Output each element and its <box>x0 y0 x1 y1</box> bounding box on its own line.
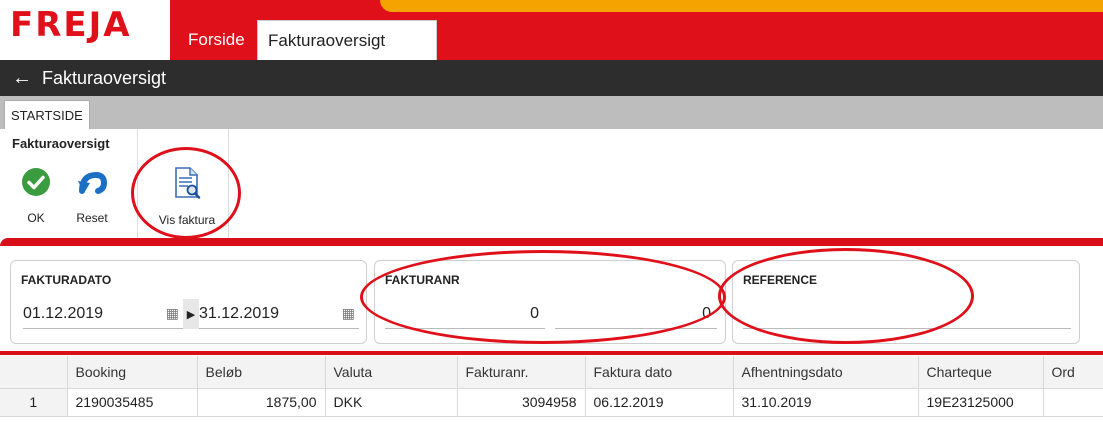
invoice-table: Booking Beløb Valuta Fakturanr. Faktura … <box>0 356 1103 417</box>
triangle-right-icon: ▶ <box>183 299 199 329</box>
ribbon: Fakturaoversigt OK Reset Vis faktura <box>0 129 1103 244</box>
document-search-icon <box>175 167 201 199</box>
freja-logo: FREJA <box>10 5 132 45</box>
cell-faktura-dato[interactable]: 06.12.2019 <box>585 388 734 417</box>
ribbon-tab-strip: STARTSIDE <box>0 96 1103 129</box>
cell-ordre[interactable] <box>1043 388 1103 417</box>
checkmark-circle-icon <box>22 168 50 196</box>
orange-accent-strip <box>380 0 1103 12</box>
grid-top-border <box>0 351 1103 355</box>
reset-button[interactable]: Reset <box>70 167 114 225</box>
date-to-value: 31.12.2019 <box>199 304 280 322</box>
column-header-rownum <box>0 356 68 389</box>
fakturadato-label: FAKTURADATO <box>21 273 112 287</box>
fakturanr-filter: FAKTURANR 0 0 <box>374 260 726 344</box>
cell-fakturanr[interactable]: 3094958 <box>457 388 586 417</box>
table-header-row: Booking Beløb Valuta Fakturanr. Faktura … <box>0 356 1103 389</box>
reference-input[interactable] <box>743 299 1071 329</box>
ribbon-separator <box>228 129 229 244</box>
tab-fakturaoversigt[interactable]: Fakturaoversigt <box>257 20 437 60</box>
ribbon-bottom-border <box>0 238 1103 246</box>
date-to-input[interactable]: 31.12.2019 ▦ <box>199 299 359 329</box>
column-header-charteque[interactable]: Charteque <box>918 356 1044 389</box>
calendar-icon[interactable]: ▦ <box>166 305 179 322</box>
column-header-fakturanr[interactable]: Fakturanr. <box>457 356 586 389</box>
fakturanr-from-input[interactable]: 0 <box>385 299 545 329</box>
filter-panel: FAKTURADATO 01.12.2019 ▦ ▶ 31.12.2019 ▦ … <box>0 250 1103 350</box>
calendar-icon[interactable]: ▦ <box>342 305 355 322</box>
fakturanr-to-input[interactable]: 0 <box>555 299 717 329</box>
vis-faktura-button[interactable]: Vis faktura <box>147 167 227 227</box>
cell-valuta[interactable]: DKK <box>325 388 458 417</box>
ok-button[interactable]: OK <box>14 167 58 225</box>
column-header-afhentningsdato[interactable]: Afhentningsdato <box>733 356 919 389</box>
column-header-ordre[interactable]: Ord <box>1043 356 1103 389</box>
date-from-input[interactable]: 01.12.2019 ▦ <box>23 299 183 329</box>
ribbon-tab-startside[interactable]: STARTSIDE <box>4 100 90 129</box>
column-header-belob[interactable]: Beløb <box>197 356 326 389</box>
page-title: Fakturaoversigt <box>42 67 167 88</box>
column-header-booking[interactable]: Booking <box>67 356 198 389</box>
page-title-bar: ← Fakturaoversigt <box>0 60 1103 96</box>
cell-booking[interactable]: 2190035485 <box>67 388 198 417</box>
fakturadato-filter: FAKTURADATO 01.12.2019 ▦ ▶ 31.12.2019 ▦ <box>10 260 367 344</box>
cell-afhentningsdato[interactable]: 31.10.2019 <box>733 388 919 417</box>
arrow-left-icon[interactable]: ← <box>12 67 32 90</box>
column-header-valuta[interactable]: Valuta <box>325 356 458 389</box>
fakturanr-label: FAKTURANR <box>385 273 460 287</box>
logo-container: FREJA <box>0 0 170 60</box>
reset-button-label: Reset <box>76 211 108 225</box>
reference-filter: REFERENCE <box>732 260 1080 344</box>
top-bar: FREJA Forside Fakturaoversigt <box>0 0 1103 60</box>
cell-charteque[interactable]: 19E23125000 <box>918 388 1044 417</box>
ribbon-separator <box>137 129 138 244</box>
tab-forside[interactable]: Forside <box>178 20 256 60</box>
cell-belob[interactable]: 1875,00 <box>197 388 326 417</box>
ribbon-group-title: Fakturaoversigt <box>12 136 110 151</box>
table-row[interactable]: 1 2190035485 1875,00 DKK 3094958 06.12.2… <box>0 388 1103 417</box>
reference-label: REFERENCE <box>743 273 818 287</box>
date-from-value: 01.12.2019 <box>23 304 104 322</box>
vis-faktura-button-label: Vis faktura <box>158 213 216 227</box>
ok-button-label: OK <box>27 211 45 225</box>
column-header-faktura-dato[interactable]: Faktura dato <box>585 356 734 389</box>
undo-icon <box>78 171 108 194</box>
row-number: 1 <box>0 388 68 417</box>
